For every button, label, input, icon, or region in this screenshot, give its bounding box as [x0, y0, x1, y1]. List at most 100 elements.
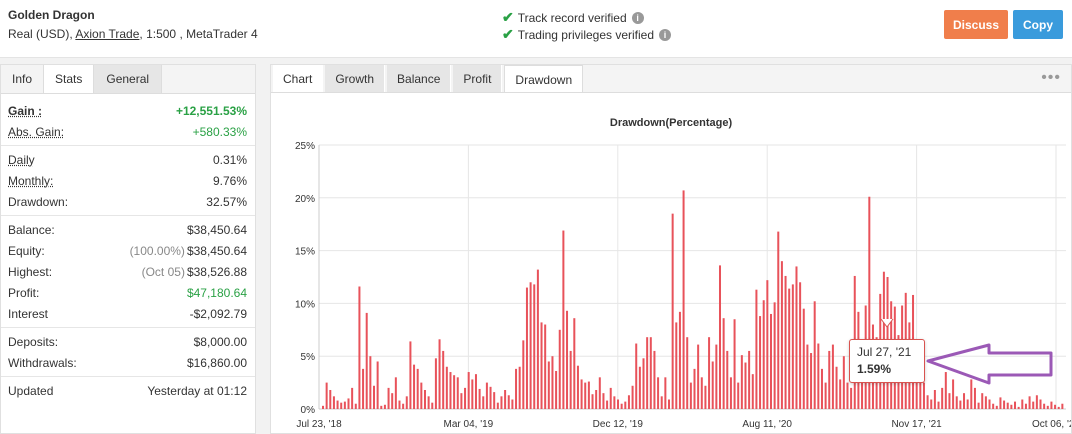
drawdown-bar — [729, 377, 732, 409]
drawdown-bar — [471, 379, 474, 409]
y-tick-label: 20% — [295, 194, 315, 205]
drawdown-bar — [576, 365, 579, 409]
stat-value: $8,000.00 — [193, 334, 247, 349]
drawdown-bar — [642, 358, 645, 409]
drawdown-bar — [740, 355, 743, 409]
y-tick-label: 0% — [301, 405, 316, 416]
drawdown-bar — [449, 372, 452, 409]
stat-value: $38,526.88 — [186, 264, 247, 279]
x-tick-label: Jul 23, '18 — [296, 419, 342, 430]
copy-button[interactable]: Copy — [1013, 10, 1063, 39]
drawdown-bar — [536, 269, 539, 409]
drawdown-bar — [999, 397, 1002, 409]
info-icon[interactable]: i — [659, 28, 672, 41]
drawdown-bar — [332, 396, 335, 409]
drawdown-bar — [500, 396, 503, 409]
drawdown-bar — [427, 396, 430, 409]
drawdown-bar — [507, 395, 510, 409]
drawdown-bar — [485, 382, 488, 409]
drawdown-bar — [751, 374, 754, 409]
drawdown-bar — [722, 318, 725, 409]
y-tick-label: 10% — [295, 299, 315, 310]
drawdown-bar — [784, 275, 787, 409]
drawdown-bar — [777, 231, 780, 409]
stat-label[interactable]: Monthly: — [8, 174, 53, 188]
tab-general[interactable]: General — [94, 65, 163, 93]
drawdown-bar — [540, 322, 543, 409]
drawdown-bar — [580, 379, 583, 409]
stat-value: 32.57% — [206, 194, 247, 209]
discuss-button[interactable]: Discuss — [944, 10, 1008, 39]
drawdown-bar — [606, 400, 609, 409]
drawdown-bar — [504, 389, 507, 409]
drawdown-bar — [529, 282, 532, 409]
tooltip-date: Jul 27, '21 — [857, 345, 912, 359]
drawdown-bar — [1017, 406, 1020, 409]
drawdown-bar — [591, 394, 594, 409]
drawdown-bar — [533, 284, 536, 409]
verification-label: Trading privileges verified — [517, 27, 655, 42]
drawdown-bar — [438, 339, 441, 409]
drawdown-bar — [365, 312, 368, 409]
drawdown-bar — [566, 310, 569, 409]
drawdown-bar — [1003, 400, 1006, 409]
drawdown-bar — [762, 300, 765, 409]
x-tick-label: Mar 04, '19 — [444, 419, 494, 430]
drawdown-bar — [981, 393, 984, 409]
tab-info[interactable]: Info — [1, 65, 45, 93]
drawdown-bar — [678, 311, 681, 409]
drawdown-bar — [759, 316, 762, 409]
drawdown-bar — [992, 403, 995, 409]
drawdown-bar — [963, 393, 966, 409]
drawdown-bar — [453, 375, 456, 409]
drawdown-bar — [780, 261, 783, 409]
info-icon[interactable]: i — [631, 11, 644, 24]
drawdown-bar — [544, 324, 547, 409]
drawdown-bar — [398, 400, 401, 409]
stat-label: Equity: — [8, 243, 45, 258]
stat-label: Updated — [8, 383, 54, 398]
stat-profit: Profit: $47,180.64 — [1, 282, 255, 303]
stat-label: Deposits: — [8, 334, 59, 349]
drawdown-bar — [671, 213, 674, 409]
stat-label: Profit: — [8, 285, 40, 300]
drawdown-bar — [795, 266, 798, 409]
drawdown-bar — [394, 377, 397, 409]
drawdown-bar — [587, 381, 590, 409]
drawdown-bar — [689, 382, 692, 409]
tab-stats[interactable]: Stats — [44, 65, 95, 93]
stat-interest: Interest -$2,092.79 — [1, 303, 255, 324]
drawdown-bar — [842, 356, 845, 409]
drawdown-bar — [624, 401, 627, 409]
drawdown-bar — [402, 403, 405, 409]
stat-label[interactable]: Abs. Gain: — [8, 125, 64, 139]
y-tick-label: 15% — [295, 247, 315, 258]
drawdown-bar — [930, 399, 933, 409]
drawdown-bar — [609, 387, 612, 409]
drawdown-bar — [329, 389, 332, 409]
drawdown-bar — [693, 368, 696, 409]
drawdown-bar — [391, 393, 394, 409]
drawdown-bar — [937, 401, 940, 409]
drawdown-bar — [358, 286, 361, 409]
drawdown-bar — [802, 308, 805, 409]
drawdown-bar — [748, 350, 751, 409]
drawdown-bar — [627, 395, 630, 409]
drawdown-bar — [460, 393, 463, 409]
account-details: Real (USD), Axion Trade, 1:500 , MetaTra… — [8, 27, 258, 41]
drawdown-bar — [966, 399, 969, 409]
drawdown-bar — [369, 356, 372, 409]
stat-updated: Updated Yesterday at 01:12 — [1, 380, 255, 401]
stat-value: +580.33% — [192, 124, 247, 139]
stat-label[interactable]: Daily — [8, 153, 35, 167]
drawdown-bar — [850, 387, 853, 409]
drawdown-bar — [1046, 405, 1049, 409]
drawdown-bar — [700, 377, 703, 409]
stat-highest: Highest: (Oct 05) $38,526.88 — [1, 261, 255, 282]
stat-value: 9.76% — [212, 173, 247, 188]
drawdown-bar — [675, 322, 678, 409]
stat-label[interactable]: Gain : — [8, 104, 42, 118]
stat-withdrawals: Withdrawals: $16,860.00 — [1, 352, 255, 373]
broker-link[interactable]: Axion Trade — [75, 27, 139, 41]
drawdown-bar — [941, 387, 944, 409]
